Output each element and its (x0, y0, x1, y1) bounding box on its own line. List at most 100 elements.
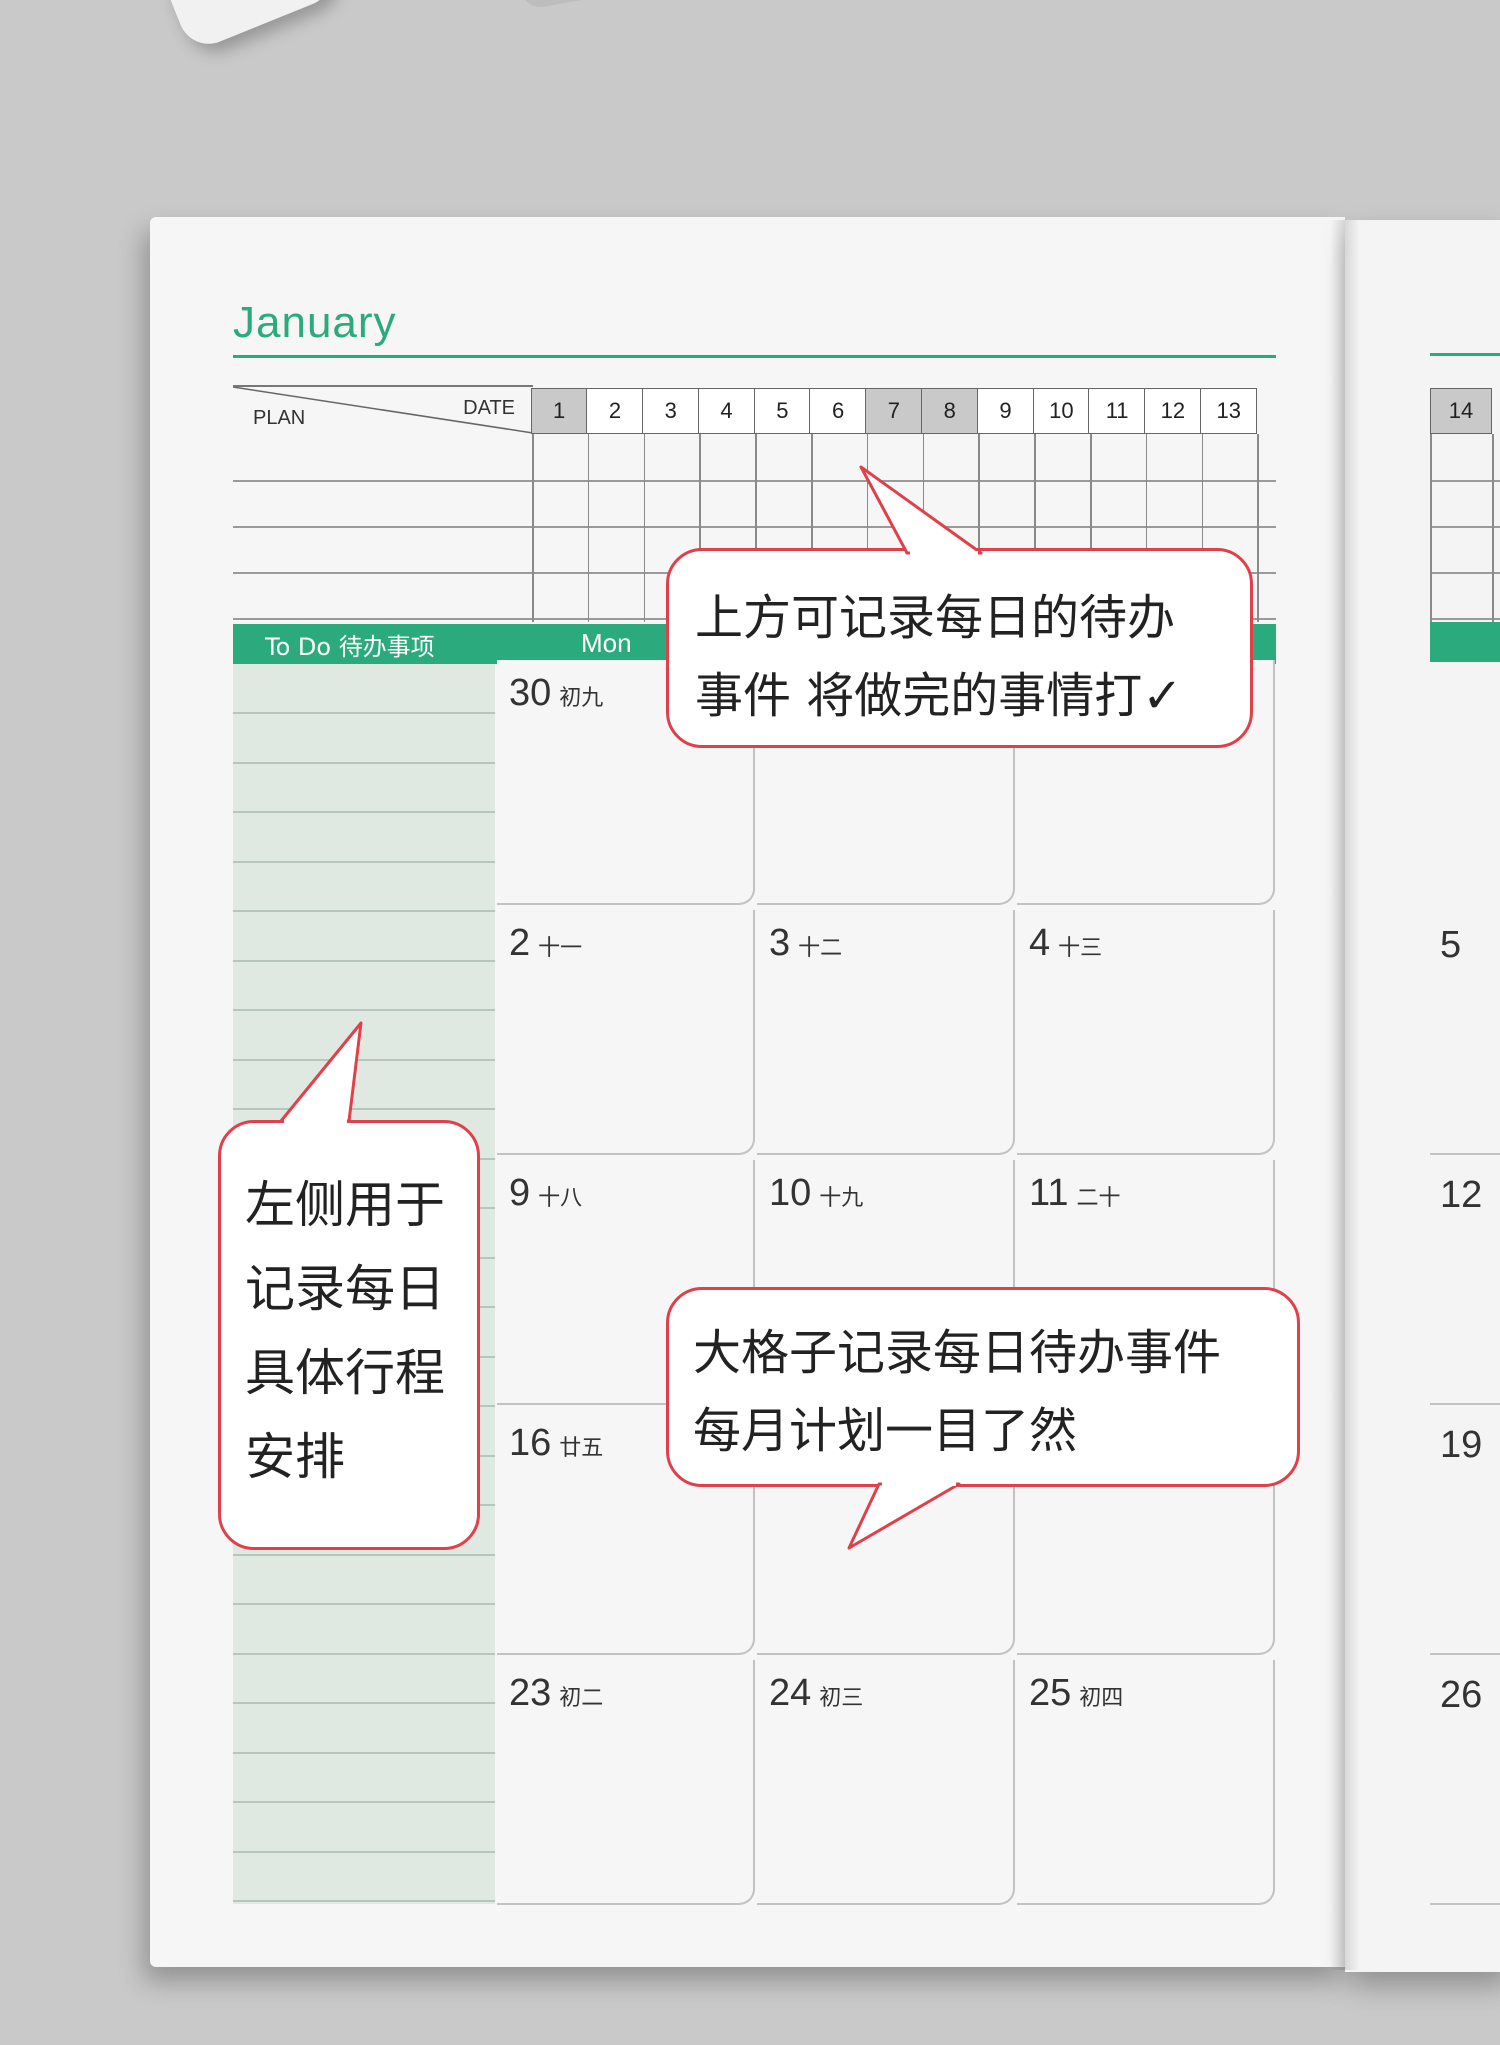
month-title: January (233, 298, 397, 347)
pen-body (517, 0, 643, 11)
todo-line (233, 1850, 495, 1853)
plan-row-line (1430, 618, 1500, 620)
lunar-date: 十三 (1058, 936, 1103, 961)
day-number: 3 (769, 922, 791, 964)
plan-row-line (1430, 572, 1500, 574)
calendar-day-cell[interactable]: 4 十三 (1017, 910, 1275, 1155)
pen-cap (159, 0, 341, 53)
plan-column-line (587, 434, 590, 622)
calendar-day-label: 9 十八 (509, 1172, 582, 1215)
plan-column-line (643, 434, 646, 622)
next-page-day-cell: 12 (1430, 1160, 1500, 1405)
calendar-day-label: 11 二十 (1029, 1172, 1120, 1215)
todo-line (233, 910, 495, 912)
calendar-day-label: 23 初二 (509, 1672, 603, 1715)
weekday-title: Mon (581, 628, 632, 658)
todo-line (233, 1603, 495, 1605)
calendar-day-cell[interactable]: 23 初二 (497, 1660, 755, 1905)
day-number: 10 (769, 1172, 812, 1214)
day-number: 16 (509, 1422, 552, 1464)
callout-left-tail (279, 1021, 363, 1125)
date-cell: 6 (809, 388, 867, 434)
lunar-date: 廿五 (559, 1436, 604, 1461)
day-number: 25 (1029, 1672, 1072, 1714)
lunar-date: 十九 (819, 1186, 864, 1211)
date-cell: 12 (1144, 388, 1202, 434)
todo-line (233, 959, 495, 962)
day-number: 5 (1440, 924, 1462, 966)
day-number: 26 (1440, 1674, 1483, 1716)
calendar-day-label: 2 十一 (509, 922, 582, 965)
date-label: DATE (463, 397, 515, 419)
callout-top-tail (859, 465, 983, 557)
todo-line (233, 761, 495, 764)
plan-column-line (1430, 434, 1432, 622)
todo-line (233, 1702, 495, 1704)
callout-bottom-tail (847, 1480, 961, 1550)
callout-bottom-line-1: 大格子记录每日待办事件 (693, 1325, 1222, 1381)
date-cell: 13 (1200, 388, 1258, 434)
callout-top-line-2: 事件 将做完的事情打✓ (695, 668, 1183, 724)
lunar-date: 初二 (559, 1686, 604, 1711)
day-number: 19 (1440, 1424, 1483, 1466)
calendar-day-cell[interactable]: 3 十二 (757, 910, 1015, 1155)
day-number: 24 (769, 1672, 812, 1714)
plan-row-line (1430, 526, 1500, 528)
day-number: 9 (509, 1172, 531, 1214)
date-cell: 11 (1088, 388, 1146, 434)
callout-bottom-line-2: 每月计划一目了然 (693, 1403, 1078, 1459)
next-page-plan-grid (1430, 434, 1500, 622)
month-rule (233, 355, 1276, 358)
day-number: 30 (509, 672, 552, 714)
todo-line (233, 1553, 495, 1556)
next-page-header-bar (1430, 622, 1500, 662)
plan-date-header: PLAN DATE (233, 385, 533, 435)
day-number: 12 (1440, 1174, 1483, 1216)
callout-left-line-3: 具体行程 (245, 1344, 445, 1402)
todo-line (233, 1108, 495, 1110)
callout-left-line-2: 记录每日 (245, 1260, 445, 1318)
todo-line (233, 1652, 495, 1655)
calendar-day-cell[interactable]: 2 十一 (497, 910, 755, 1155)
plan-row-line (1430, 480, 1500, 482)
date-cell: 4 (697, 388, 756, 434)
callout-top-line-1: 上方可记录每日的待办 (695, 590, 1176, 646)
lunar-date: 十八 (538, 1186, 583, 1211)
next-page-day-cell: 26 (1430, 1660, 1500, 1905)
day-number: 2 (509, 922, 531, 964)
plan-column-line (1492, 434, 1494, 622)
calendar-day-cell[interactable]: 24 初三 (757, 1660, 1015, 1905)
callout-left: 左侧用于 记录每日 具体行程 安排 (218, 1021, 480, 1550)
date-cell: 8 (921, 388, 979, 434)
todo-line (233, 1801, 495, 1803)
todo-line (233, 811, 495, 813)
calendar-day-label: 30 初九 (509, 672, 603, 715)
day-number: 11 (1029, 1172, 1069, 1214)
todo-line (233, 860, 495, 863)
lunar-date: 初四 (1079, 1686, 1124, 1711)
todo-line (233, 1900, 495, 1902)
calendar-day-label: 3 十二 (769, 922, 842, 965)
date-cell: 3 (642, 388, 700, 434)
day-number: 4 (1029, 922, 1051, 964)
date-cell: 2 (586, 388, 644, 434)
calendar-day-label: 24 初三 (769, 1672, 863, 1715)
next-page-date-cell: 14 (1430, 388, 1492, 434)
plan-column-line (532, 434, 534, 622)
lunar-date: 初九 (559, 686, 604, 711)
todo-line (233, 712, 495, 714)
date-row: 1 2 3 4 5 6 7 8 9 10 11 12 13 (530, 388, 1258, 434)
callout-bottom: 大格子记录每日待办事件 每月计划一目了然 (666, 1287, 1300, 1550)
lunar-date: 十二 (798, 936, 843, 961)
date-cell: 5 (753, 388, 811, 434)
date-cell: 1 (530, 388, 588, 434)
date-cell: 9 (976, 388, 1035, 434)
planner-spine (1330, 220, 1360, 1970)
todo-title: To Do 待办事项 (265, 632, 435, 661)
callout-left-line-4: 安排 (245, 1428, 345, 1486)
callout-top: 上方可记录每日的待办 事件 将做完的事情打✓ (666, 465, 1253, 748)
calendar-day-cell[interactable]: 25 初四 (1017, 1660, 1275, 1905)
todo-line (233, 1058, 495, 1061)
next-page-day-cell: 5 (1430, 910, 1500, 1155)
next-page-rule (1430, 353, 1500, 356)
